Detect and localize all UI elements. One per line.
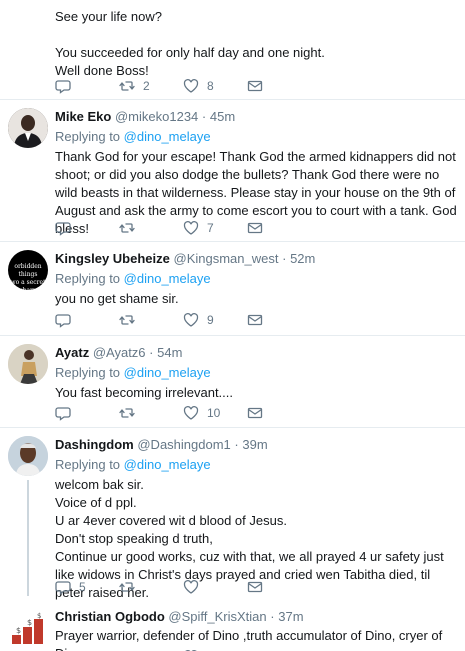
retweet-button[interactable] xyxy=(119,312,183,328)
display-name[interactable]: Kingsley Ubeheize xyxy=(55,251,170,266)
replying-label: Replying to xyxy=(55,457,121,472)
user-handle[interactable]: @Spiff_KrisXtian xyxy=(168,609,266,624)
envelope-icon xyxy=(247,579,263,595)
like-button[interactable]: 9 xyxy=(183,312,247,328)
retweet-button[interactable]: 2 xyxy=(119,78,183,94)
mention-link[interactable]: @dino_melaye xyxy=(124,365,211,380)
avatar[interactable] xyxy=(8,436,48,476)
display-name[interactable]: Christian Ogbodo xyxy=(55,609,165,624)
tweet[interactable]: $ $ $ Christian Ogbodo @Spiff_KrisXtian · … xyxy=(0,603,465,651)
reply-icon xyxy=(55,579,71,595)
like-button[interactable]: 8 xyxy=(183,78,247,94)
retweet-button[interactable] xyxy=(119,405,183,421)
replying-to: Replying to @dino_melaye xyxy=(55,270,457,288)
svg-text:$: $ xyxy=(27,618,32,627)
envelope-icon xyxy=(247,312,263,328)
tweet-body: You fast becoming irrelevant.... xyxy=(55,385,234,400)
avatar[interactable] xyxy=(8,344,48,384)
reply-button[interactable] xyxy=(55,78,119,94)
replying-label: Replying to xyxy=(55,129,121,144)
heart-icon xyxy=(183,405,199,421)
replying-label: Replying to xyxy=(55,365,121,380)
svg-text:$: $ xyxy=(37,612,41,620)
like-count: 9 xyxy=(207,313,214,327)
svg-text:$: $ xyxy=(16,626,21,635)
reply-icon xyxy=(55,405,71,421)
envelope-icon xyxy=(247,220,263,236)
dm-button[interactable] xyxy=(247,220,311,236)
like-button[interactable]: 10 xyxy=(183,405,247,421)
envelope-icon xyxy=(247,78,263,94)
timestamp[interactable]: 39m xyxy=(242,437,267,452)
timestamp[interactable]: 37m xyxy=(278,609,303,624)
separator: · xyxy=(234,437,239,452)
tweet-body: you no get shame sir. xyxy=(55,291,179,306)
retweet-icon xyxy=(119,579,135,595)
avatar-text: orbidden things wo a secret charn xyxy=(10,263,46,290)
timestamp[interactable]: 45m xyxy=(210,109,235,124)
separator: · xyxy=(149,345,154,360)
separator: · xyxy=(282,251,287,266)
reply-button[interactable] xyxy=(55,220,119,236)
avatar[interactable]: $ $ $ xyxy=(8,611,48,651)
reply-button[interactable] xyxy=(55,405,119,421)
retweet-icon xyxy=(119,405,135,421)
avatar[interactable] xyxy=(8,108,48,148)
like-count: 8 xyxy=(207,79,214,93)
separator: · xyxy=(270,609,275,624)
display-name[interactable]: Dashingdom xyxy=(55,437,134,452)
heart-icon xyxy=(183,579,199,595)
replying-label: Replying to xyxy=(55,271,121,286)
reply-icon xyxy=(55,220,71,236)
like-count: 7 xyxy=(207,221,214,235)
retweet-icon xyxy=(119,78,135,94)
reply-icon xyxy=(55,78,71,94)
reply-icon xyxy=(55,312,71,328)
timestamp[interactable]: 54m xyxy=(157,345,182,360)
replying-to: Replying to @dino_melaye xyxy=(55,456,457,474)
tweet[interactable]: Ayatz @Ayatz6 · 54m Replying to @dino_me… xyxy=(0,336,465,426)
separator: · xyxy=(201,109,207,124)
heart-icon xyxy=(183,78,199,94)
user-handle[interactable]: @Dashingdom1 xyxy=(137,437,230,452)
dm-button[interactable] xyxy=(247,579,311,595)
reply-count: 5 xyxy=(79,580,86,594)
user-handle[interactable]: @mikeko1234 xyxy=(115,109,198,124)
display-name[interactable]: Ayatz xyxy=(55,345,89,360)
tweet[interactable]: Dashingdom @Dashingdom1 · 39m Replying t… xyxy=(0,428,465,602)
retweet-icon xyxy=(119,220,135,236)
retweet-button[interactable] xyxy=(119,579,183,595)
reply-button[interactable] xyxy=(55,312,119,328)
tweet-continuation: See your life now? You succeeded for onl… xyxy=(0,0,465,98)
like-button[interactable] xyxy=(183,579,247,595)
like-button[interactable]: 7 xyxy=(183,220,247,236)
heart-icon xyxy=(183,220,199,236)
like-count: 10 xyxy=(207,406,221,420)
replying-to: Replying to @dino_melaye xyxy=(55,364,457,382)
retweet-count: 2 xyxy=(143,79,150,93)
thread-line xyxy=(27,480,29,596)
tweet[interactable]: orbidden things wo a secret charn Kingsl… xyxy=(0,242,465,334)
mention-link[interactable]: @dino_melaye xyxy=(124,271,211,286)
user-handle[interactable]: @Kingsman_west xyxy=(174,251,279,266)
dm-button[interactable] xyxy=(247,405,311,421)
mention-link[interactable]: @dino_melaye xyxy=(124,457,211,472)
retweet-icon xyxy=(119,312,135,328)
timestamp[interactable]: 52m xyxy=(290,251,315,266)
replying-to: Replying to @dino_melaye xyxy=(55,128,457,146)
tweet-body: See your life now? You succeeded for onl… xyxy=(55,9,325,78)
user-handle[interactable]: @Ayatz6 xyxy=(93,345,146,360)
envelope-icon xyxy=(247,405,263,421)
heart-icon xyxy=(183,312,199,328)
reply-button[interactable]: 5 xyxy=(55,579,119,595)
display-name[interactable]: Mike Eko xyxy=(55,109,111,124)
avatar[interactable]: orbidden things wo a secret charn xyxy=(8,250,48,290)
mention-link[interactable]: @dino_melaye xyxy=(124,129,211,144)
tweet[interactable]: Mike Eko @mikeko1234 · 45m Replying to @… xyxy=(0,100,465,240)
dm-button[interactable] xyxy=(247,78,311,94)
dm-button[interactable] xyxy=(247,312,311,328)
retweet-button[interactable] xyxy=(119,220,183,236)
